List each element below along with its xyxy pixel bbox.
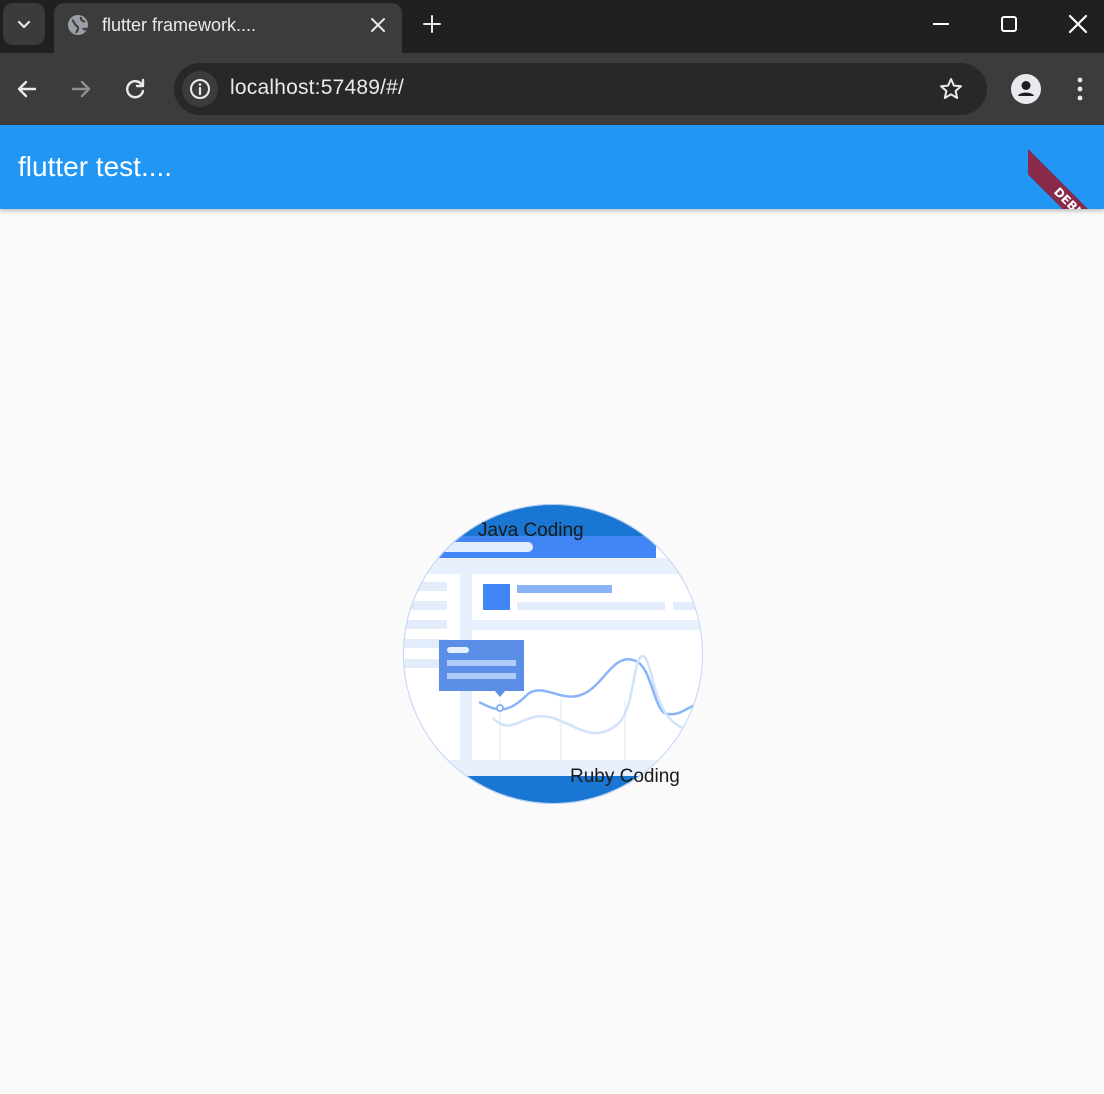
java-coding-label: Java Coding	[478, 520, 584, 541]
arrow-left-icon[interactable]	[13, 75, 41, 103]
tab-search-button[interactable]	[3, 3, 45, 45]
tab-title: flutter framework....	[102, 15, 257, 35]
app-title: flutter test....	[18, 151, 173, 182]
close-icon[interactable]	[368, 15, 388, 35]
address-bar[interactable]: localhost:57489/#/	[174, 63, 987, 115]
profile-icon[interactable]	[1010, 73, 1042, 105]
browser-tab[interactable]: flutter framework....	[54, 3, 402, 53]
maximize-icon[interactable]	[997, 12, 1021, 36]
minimize-icon[interactable]	[929, 12, 953, 36]
globe-icon	[68, 15, 88, 35]
site-info-button[interactable]	[182, 71, 218, 107]
browser-toolbar: localhost:57489/#/	[0, 53, 1104, 125]
close-window-icon[interactable]	[1066, 12, 1090, 36]
circle-avatar	[403, 504, 703, 804]
url-text[interactable]: localhost:57489/#/	[230, 76, 404, 100]
plus-icon[interactable]	[420, 12, 444, 36]
chevron-down-icon	[17, 20, 31, 29]
dashboard-illustration	[403, 504, 703, 804]
ruby-coding-label: Ruby Coding	[570, 766, 680, 787]
info-icon	[190, 79, 210, 99]
reload-icon[interactable]	[121, 75, 149, 103]
kebab-menu-icon[interactable]	[1066, 73, 1094, 105]
star-icon[interactable]	[938, 76, 964, 102]
app-bar: flutter test....	[0, 125, 1104, 209]
arrow-right-icon[interactable]	[67, 75, 95, 103]
tab-strip: flutter framework....	[0, 0, 1104, 53]
